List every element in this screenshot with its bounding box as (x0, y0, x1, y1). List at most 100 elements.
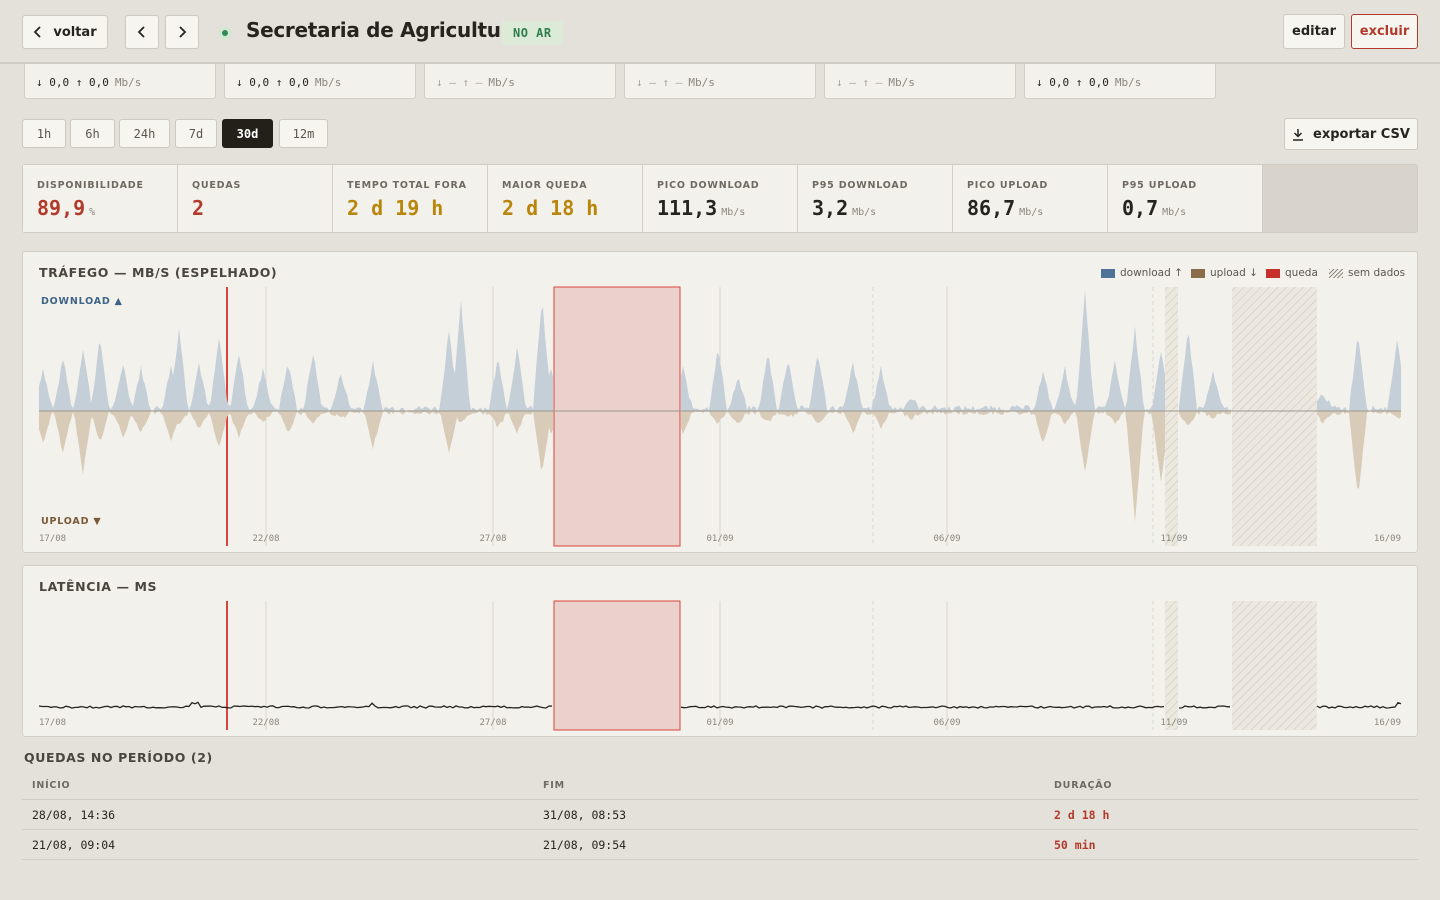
x-tick-label: 16/09 (1374, 534, 1401, 544)
back-button-label: voltar (53, 24, 97, 40)
latency-series (680, 705, 1165, 709)
stat-label: DISPONIBILIDADE (37, 180, 144, 191)
interface-rates-value: ↓ 0,0 ↑ 0,0 (36, 76, 109, 89)
interface-rates-unit: Mb/s (314, 76, 342, 89)
x-tick-label: 06/09 (933, 718, 960, 728)
column-duration: DURAÇÃO (1054, 780, 1113, 791)
stat-value-wrap: 86,7 Mb/s (967, 196, 1043, 220)
outage-region (553, 600, 681, 731)
traffic-panel: TRÁFEGO — MB/S (ESPELHADO) download ↑ up… (22, 251, 1418, 553)
interface-rates-value: ↓ — ↑ — (436, 76, 483, 89)
outage-duration: 2 d 18 h (1054, 808, 1110, 822)
stat-card: PICO DOWNLOAD 111,3 Mb/s (643, 165, 798, 232)
x-tick-label: 27/08 (479, 718, 506, 728)
range-tab-12m[interactable]: 12m (279, 119, 328, 148)
x-tick-label: 11/09 (1160, 534, 1187, 544)
chevron-right-icon (179, 26, 187, 38)
download-series (39, 300, 553, 411)
download-axis-tag: DOWNLOAD ▲ (41, 296, 123, 307)
outage-start: 21/08, 09:04 (32, 838, 116, 852)
interface-rates-value: ↓ 0,0 ↑ 0,0 (1036, 76, 1109, 89)
stat-unit: % (89, 207, 96, 218)
stats-bar: DISPONIBILIDADE 89,9% QUEDAS 2 TEMPO TOTAL F… (22, 164, 1418, 233)
status-badge: NO AR (502, 21, 563, 45)
range-tab-30d[interactable]: 30d (222, 119, 273, 148)
stat-card: QUEDAS 2 (178, 165, 333, 232)
export-csv-label: exportar CSV (1313, 126, 1410, 142)
latency-series (38, 701, 553, 709)
x-tick-label: 22/08 (252, 718, 279, 728)
next-button[interactable] (165, 15, 199, 49)
interface-rates: ↓ — ↑ — Mb/s (636, 76, 715, 89)
stat-value: 89,9 (37, 196, 86, 220)
stat-label: PICO DOWNLOAD (657, 180, 760, 191)
interface-rates-value: ↓ — ↑ — (836, 76, 883, 89)
edit-button[interactable]: editar (1283, 14, 1345, 49)
table-row: 21/08, 09:04 21/08, 09:54 50 min (22, 830, 1418, 860)
stat-value-wrap: 0,7 Mb/s (1122, 196, 1186, 220)
stat-value-wrap: 111,3 Mb/s (657, 196, 745, 220)
no-data-region (1165, 287, 1178, 546)
back-button[interactable]: voltar (22, 15, 108, 49)
latency-series (1178, 705, 1231, 709)
interface-rates: ↓ 0,0 ↑ 0,0 Mb/s (1036, 76, 1141, 89)
x-tick-label: 01/09 (706, 534, 733, 544)
stat-label: PICO UPLOAD (967, 180, 1049, 191)
delete-button[interactable]: excluir (1351, 14, 1418, 49)
online-status-icon (218, 26, 232, 40)
stat-label: P95 UPLOAD (1122, 180, 1197, 191)
interface-rates: ↓ 0,0 ↑ 0,0 Mb/s (236, 76, 341, 89)
column-end: FIM (543, 780, 565, 791)
stat-label: TEMPO TOTAL FORA (347, 180, 467, 191)
range-tab-1h[interactable]: 1h (22, 119, 66, 148)
upload-series (1179, 411, 1231, 425)
upload-axis-tag: UPLOAD ▼ (41, 516, 102, 527)
x-tick-label: 22/08 (252, 534, 279, 544)
interface-rates-unit: Mb/s (488, 76, 515, 89)
download-series (681, 290, 1165, 411)
stat-value: 3,2 (812, 196, 849, 220)
stat-card: TEMPO TOTAL FORA 2 d 19 h (333, 165, 488, 232)
range-tab-24h[interactable]: 24h (119, 119, 170, 148)
outage-duration: 50 min (1054, 838, 1096, 852)
upload-series (39, 411, 553, 475)
top-bar: voltar Secretaria de Agricultura NO AR e… (0, 0, 1440, 64)
previous-button[interactable] (125, 15, 159, 49)
outage-region (553, 286, 681, 547)
interface-rates-unit: Mb/s (688, 76, 715, 89)
interface-rates: ↓ — ↑ — Mb/s (836, 76, 915, 89)
export-csv-button[interactable]: exportar CSV (1284, 118, 1418, 150)
stat-card: P95 UPLOAD 0,7 Mb/s (1108, 165, 1263, 232)
chevron-left-icon (137, 26, 145, 38)
stat-unit: Mb/s (852, 207, 877, 218)
stat-unit: Mb/s (1019, 207, 1044, 218)
x-tick-label: 27/08 (479, 534, 506, 544)
stat-value: 0,7 (1122, 196, 1159, 220)
range-tab-7d[interactable]: 7d (175, 119, 217, 148)
outage-end: 31/08, 08:53 (543, 808, 627, 822)
upload-series (681, 411, 1165, 523)
stat-value-wrap: 3,2 Mb/s (812, 196, 876, 220)
stat-label: P95 DOWNLOAD (812, 180, 909, 191)
upload-series (1317, 411, 1401, 489)
table-row: 28/08, 14:36 31/08, 08:53 2 d 18 h (22, 800, 1418, 830)
stat-value-wrap: 2 d 19 h (347, 196, 443, 220)
stat-value-wrap: 89,9% (37, 196, 95, 220)
download-series (1179, 334, 1231, 411)
latency-series (1316, 701, 1402, 709)
interface-rates-unit: Mb/s (888, 76, 915, 89)
no-data-region (1165, 601, 1178, 730)
no-data-region (1232, 287, 1317, 546)
column-start: INÍCIO (32, 780, 71, 791)
stat-label: QUEDAS (192, 180, 242, 191)
range-tab-6h[interactable]: 6h (70, 119, 115, 148)
stat-value-wrap: 2 (192, 196, 204, 220)
outages-title: QUEDAS NO PERÍODO (2) (24, 750, 213, 765)
interface-rates-unit: Mb/s (1114, 76, 1142, 89)
stat-unit: Mb/s (1162, 207, 1187, 218)
no-data-region (1232, 601, 1317, 730)
traffic-chart: 17/08 22/08 27/08 01/09 06/09 11/09 16/09 (39, 286, 1401, 547)
x-tick-label: 17/08 (39, 534, 66, 544)
outage-end: 21/08, 09:54 (543, 838, 627, 852)
x-tick-label: 17/08 (39, 718, 66, 728)
